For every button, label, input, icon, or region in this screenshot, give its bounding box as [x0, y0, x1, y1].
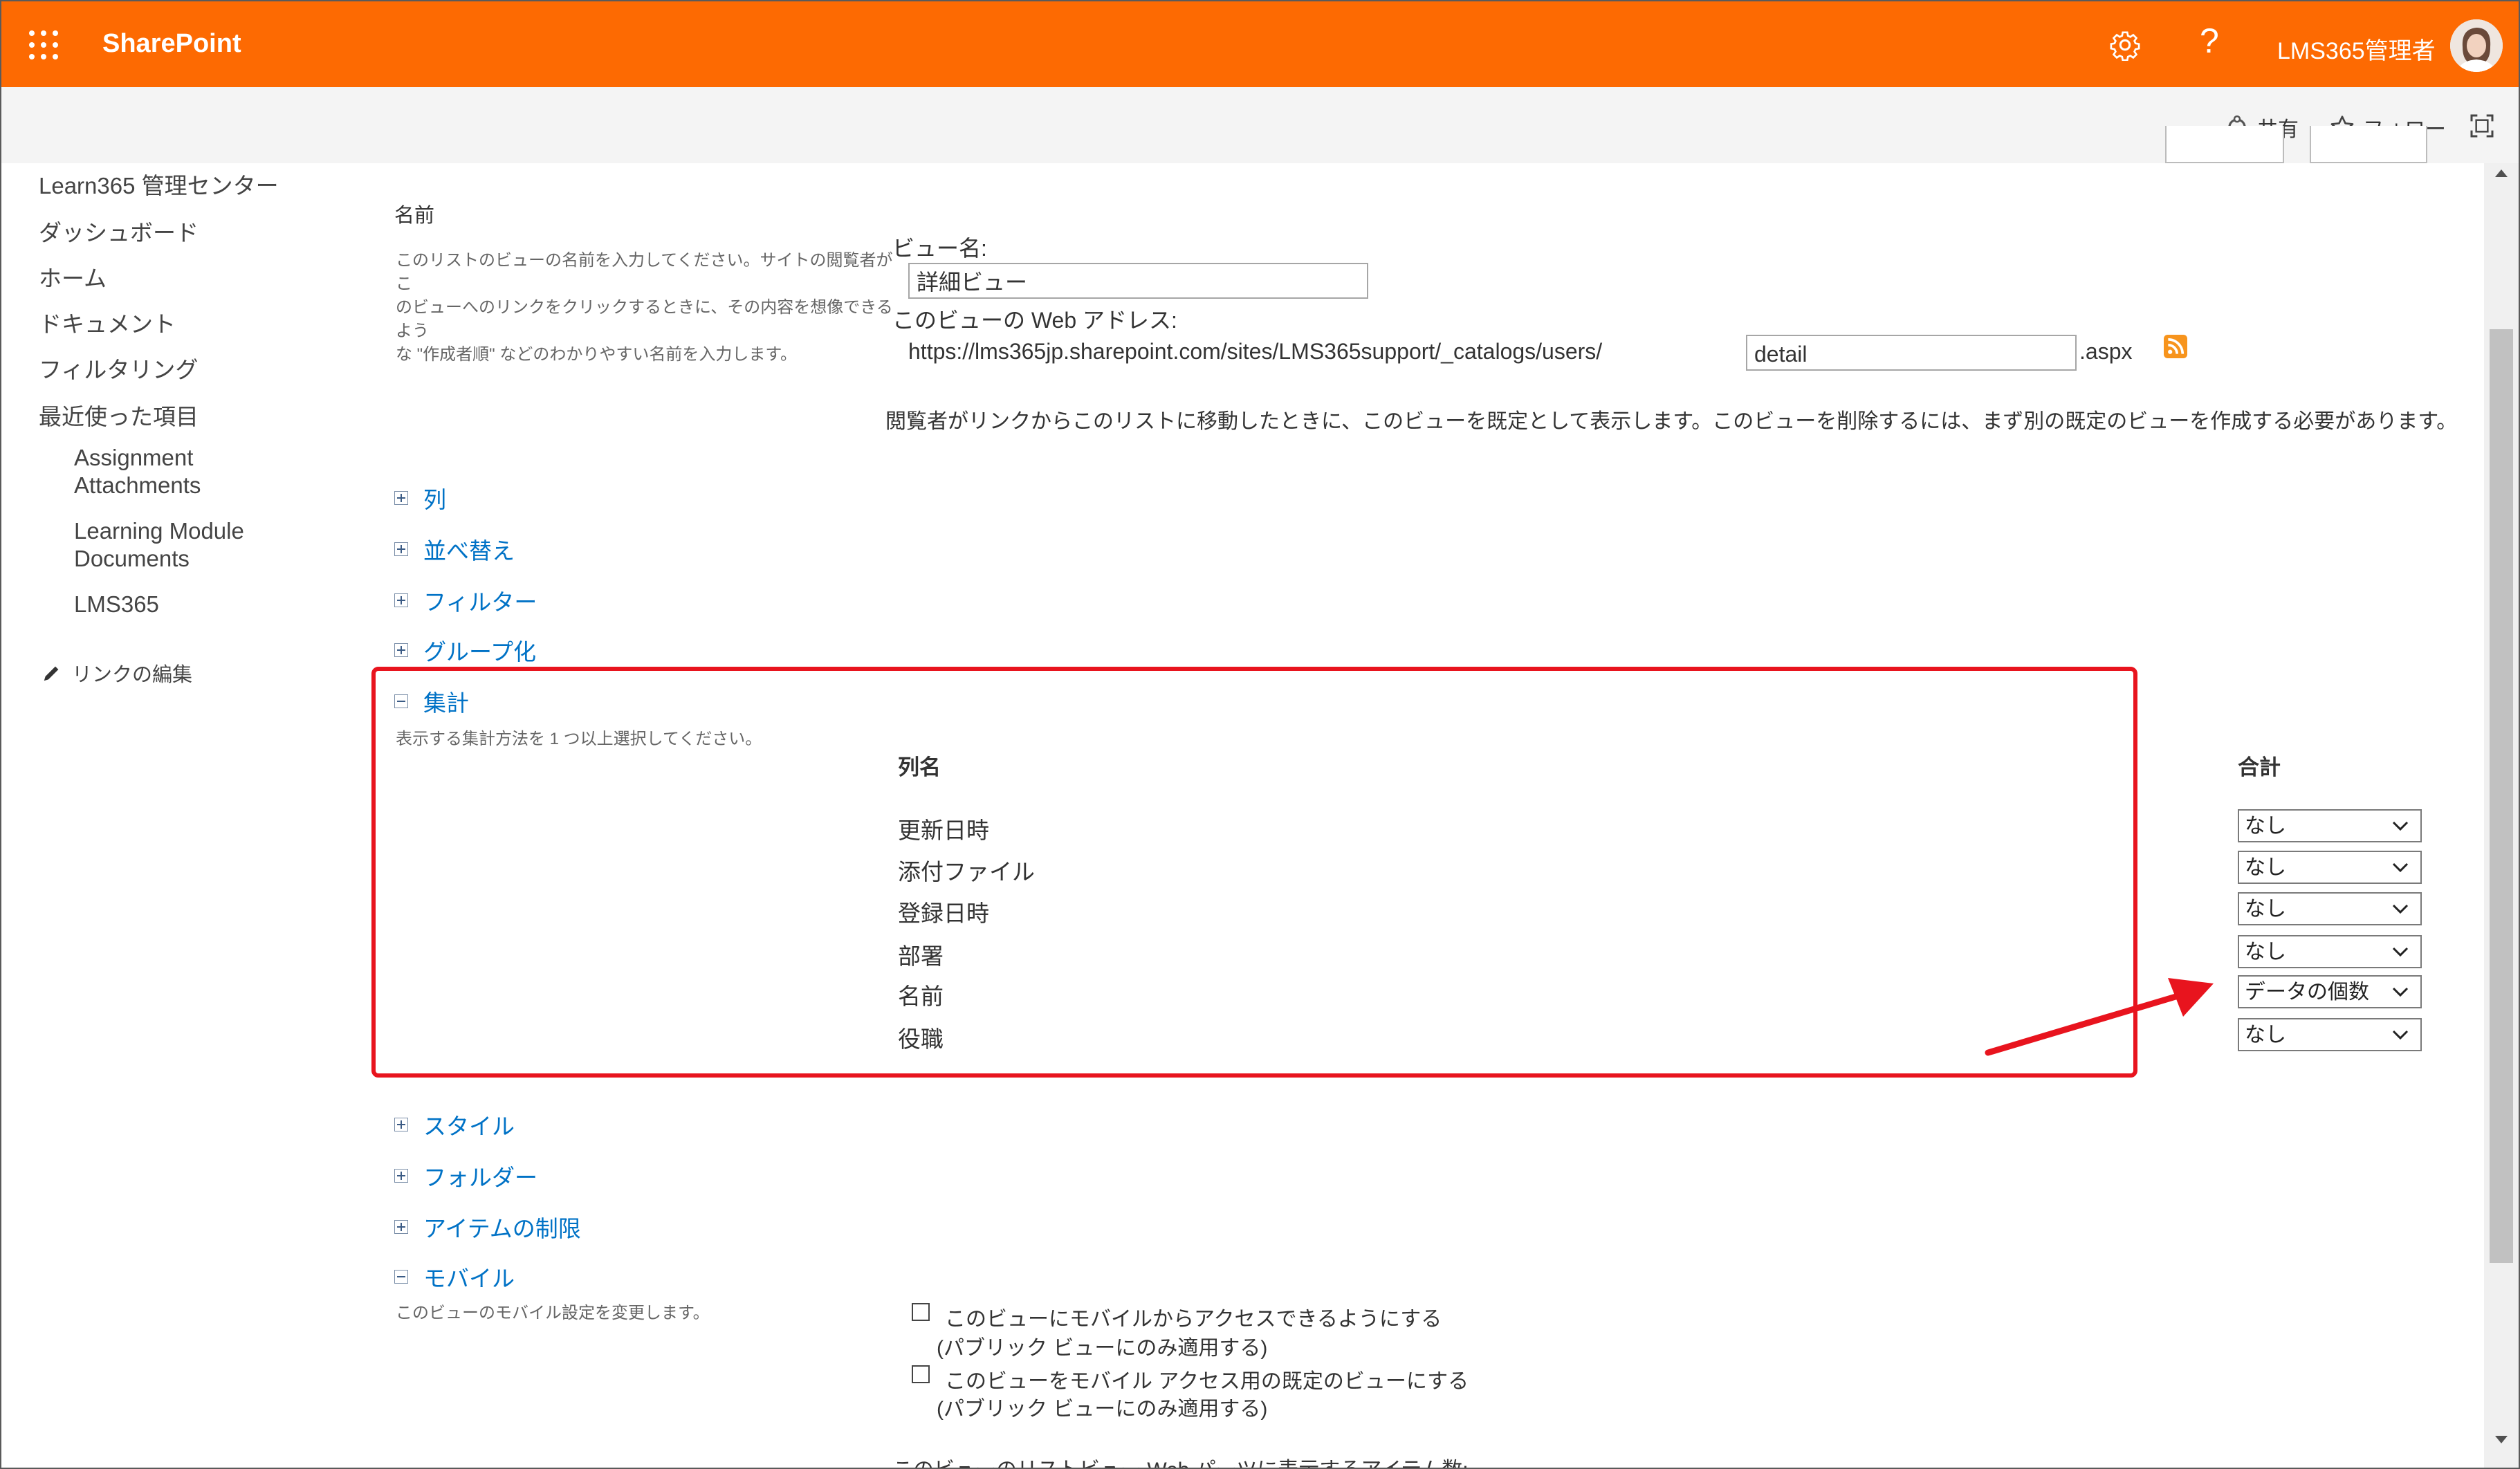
nav-item-home[interactable]: ホーム	[39, 260, 107, 293]
scroll-down-icon[interactable]	[2494, 1434, 2509, 1445]
mobile-default-label: このビューをモバイル アクセス用の既定のビューにする	[945, 1370, 1469, 1393]
nav-item-dashboard[interactable]: ダッシュボード	[39, 214, 199, 248]
nav-recent-learning-module-documents[interactable]: Learning Module Documents	[74, 517, 244, 573]
nav-item-recent[interactable]: 最近使った項目	[39, 398, 199, 432]
expand-icon	[394, 542, 408, 556]
scrollbar-thumb[interactable]	[2490, 329, 2513, 1263]
url-input[interactable]: detail	[1746, 335, 2077, 371]
command-bar: 共有 フォロー	[1, 87, 2519, 163]
highlight-box	[371, 667, 2137, 1078]
chevron-down-icon	[2392, 947, 2409, 957]
vertical-scrollbar[interactable]	[2484, 163, 2519, 1468]
fullscreen-icon	[2470, 114, 2494, 138]
mobile-access-note: (パブリック ビューにのみ適用する)	[937, 1337, 1268, 1360]
url-prefix: https://lms365jp.sharepoint.com/sites/LM…	[908, 339, 1603, 364]
total-header: 合計	[2238, 755, 2281, 779]
expand-icon	[394, 1220, 408, 1234]
web-address-label: このビューの Web アドレス:	[892, 308, 1177, 333]
total-select-created[interactable]: なし	[2238, 892, 2422, 925]
section-mobile-toggle[interactable]: モバイル	[394, 1260, 515, 1293]
total-select-department[interactable]: なし	[2238, 935, 2422, 968]
edit-links-button[interactable]: リンクの編集	[42, 658, 192, 687]
focus-mode-button[interactable]	[2468, 112, 2496, 140]
section-columns-toggle[interactable]: 列	[394, 481, 446, 515]
mobile-description: このビューのモバイル設定を変更します。	[396, 1304, 710, 1322]
expand-icon	[394, 643, 408, 657]
section-style-toggle[interactable]: スタイル	[394, 1108, 515, 1141]
brand-name[interactable]: SharePoint	[102, 29, 241, 59]
default-view-note: 閲覧者がリンクからこのリストに移動したときに、このビューを既定として表示します。…	[885, 410, 2458, 433]
expand-icon	[394, 1169, 408, 1183]
nav-item-documents[interactable]: ドキュメント	[39, 306, 176, 339]
section-group-toggle[interactable]: グループ化	[394, 634, 536, 667]
name-section-description: このリストのビューの名前を入力してください。サイトの閲覧者がこ のビューへのリン…	[396, 251, 893, 364]
view-name-input[interactable]: 詳細ビュー	[908, 263, 1368, 299]
chevron-down-icon	[2392, 1030, 2409, 1040]
mobile-access-checkbox[interactable]	[912, 1303, 930, 1321]
avatar[interactable]	[2450, 19, 2503, 72]
nav-recent-lms365[interactable]: LMS365	[74, 591, 159, 618]
chevron-down-icon	[2392, 862, 2409, 873]
item-count-label-cutoff: このビューのリストビュー Web パーツに表示するアイテム数:	[892, 1452, 1469, 1468]
annotation-arrow-icon	[1985, 978, 2214, 1056]
mobile-default-checkbox[interactable]	[912, 1365, 930, 1383]
suite-bar: SharePoint ? LMS365管理者	[1, 1, 2519, 87]
cancel-button[interactable]	[2310, 126, 2427, 163]
total-select-name[interactable]: データの個数	[2238, 975, 2422, 1008]
nav-recent-assignment-attachments[interactable]: Assignment Attachments	[74, 444, 201, 499]
chevron-down-icon	[2392, 821, 2409, 831]
mobile-default-note: (パブリック ビューにのみ適用する)	[937, 1398, 1268, 1421]
scroll-up-icon[interactable]	[2494, 167, 2509, 178]
expand-icon	[394, 1118, 408, 1131]
app-launcher-icon[interactable]	[29, 30, 58, 59]
total-select-modified[interactable]: なし	[2238, 809, 2422, 842]
ok-button[interactable]	[2165, 126, 2284, 163]
section-limit-toggle[interactable]: アイテムの制限	[394, 1210, 581, 1244]
settings-gear-icon[interactable]	[2109, 29, 2141, 61]
expand-icon	[394, 593, 408, 607]
name-section-heading: 名前	[394, 205, 435, 227]
expand-icon	[394, 491, 408, 505]
chevron-down-icon	[2392, 904, 2409, 914]
section-folders-toggle[interactable]: フォルダー	[394, 1159, 537, 1192]
total-select-title[interactable]: なし	[2238, 1018, 2422, 1051]
rss-icon[interactable]	[2164, 335, 2187, 358]
section-sort-toggle[interactable]: 並べ替え	[394, 533, 515, 566]
section-filter-toggle[interactable]: フィルター	[394, 584, 537, 617]
collapse-icon	[394, 1270, 408, 1284]
browser-frame: SharePoint ? LMS365管理者 共有 フォロー	[0, 0, 2520, 1469]
view-name-label: ビュー名:	[892, 236, 987, 261]
help-icon[interactable]: ?	[2200, 21, 2219, 61]
mobile-access-label: このビューにモバイルからアクセスできるようにする	[945, 1308, 1442, 1331]
url-suffix: .aspx	[2079, 339, 2133, 364]
pencil-icon	[44, 666, 59, 681]
chevron-down-icon	[2392, 987, 2409, 997]
user-name[interactable]: LMS365管理者	[2277, 32, 2436, 66]
nav-item-filtering[interactable]: フィルタリング	[39, 351, 198, 385]
nav-title[interactable]: Learn365 管理センター	[39, 167, 279, 201]
total-select-attachments[interactable]: なし	[2238, 851, 2422, 884]
